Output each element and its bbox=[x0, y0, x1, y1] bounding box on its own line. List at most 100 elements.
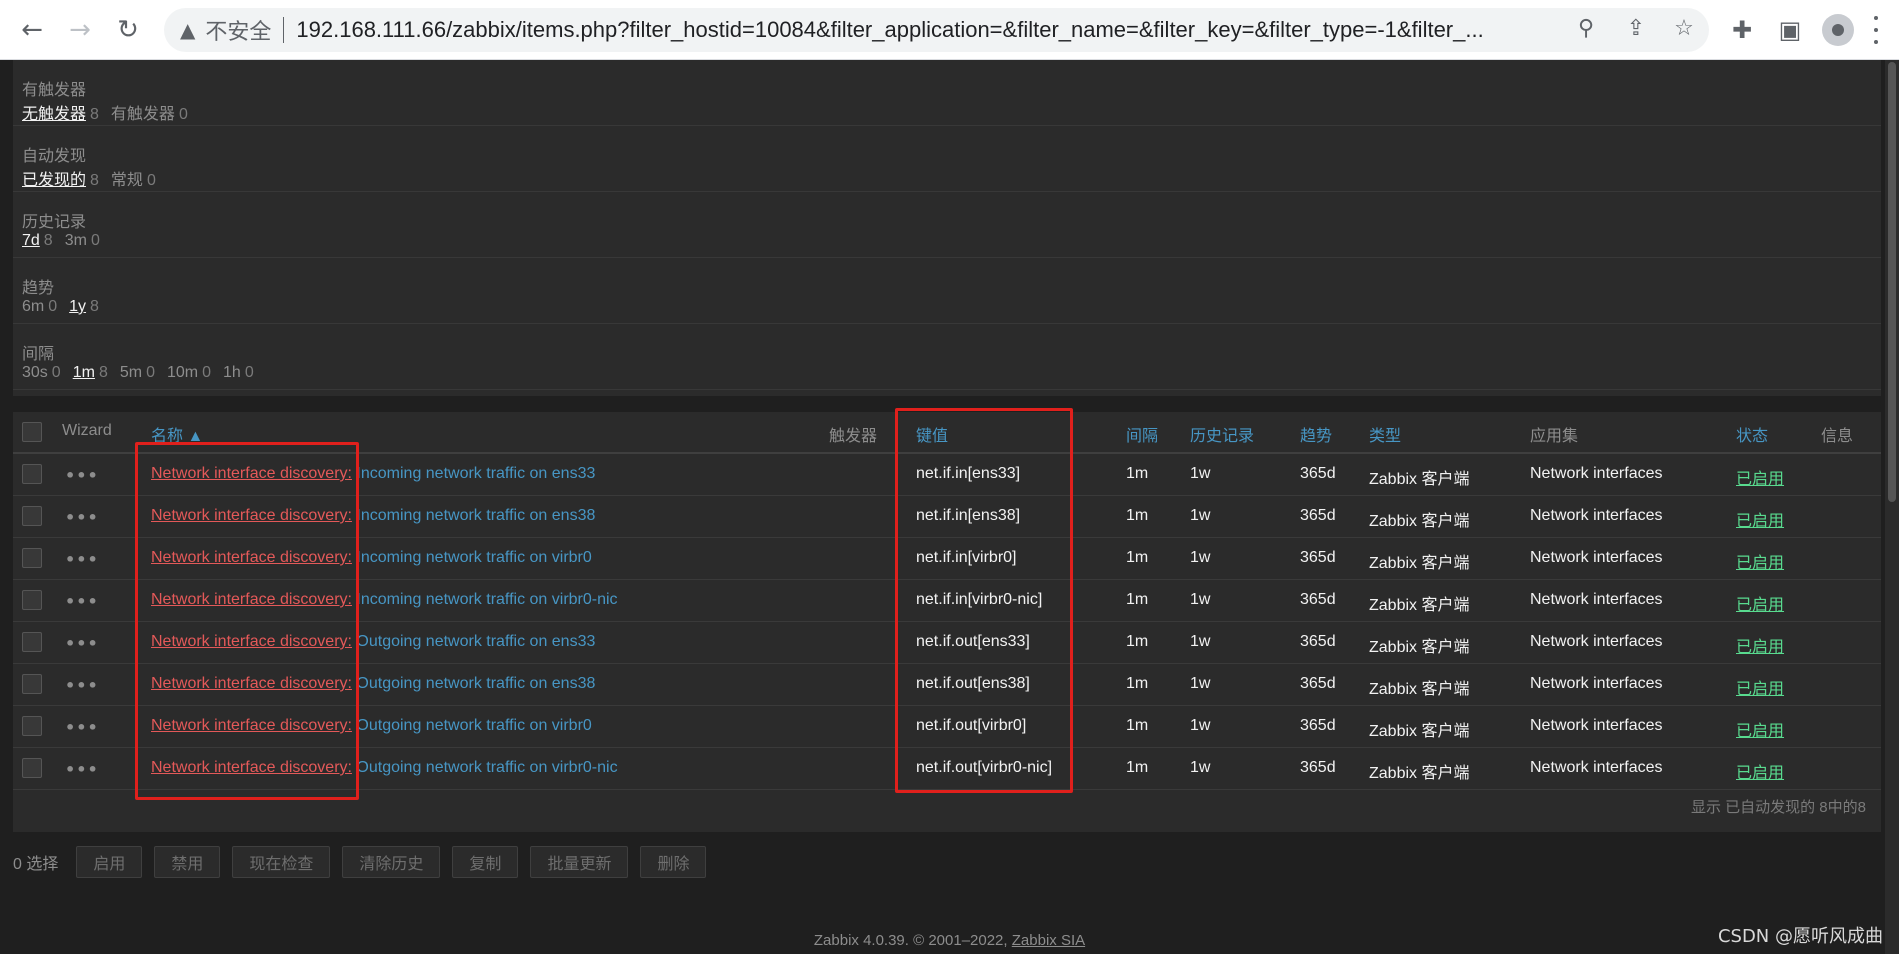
filter-option-label[interactable]: 3m bbox=[65, 232, 87, 249]
filter-option-label[interactable]: 无触发器 bbox=[22, 106, 86, 123]
item-history: 1w bbox=[1190, 465, 1211, 482]
filter-option-label[interactable]: 常规 bbox=[111, 172, 143, 189]
footer-link[interactable]: Zabbix SIA bbox=[1012, 932, 1085, 949]
row-menu-icon[interactable]: ••• bbox=[65, 508, 99, 527]
row-checkbox[interactable] bbox=[22, 464, 42, 484]
filter-option-label[interactable]: 已发现的 bbox=[22, 172, 86, 189]
header-history[interactable]: 历史记录 bbox=[1190, 422, 1254, 446]
row-checkbox[interactable] bbox=[22, 632, 42, 652]
filter-option[interactable]: 1h 0 bbox=[223, 364, 254, 382]
reload-icon[interactable]: ↻ bbox=[110, 12, 146, 48]
filter-group: 自动发现 已发现的 8 常规 0 bbox=[13, 126, 1881, 192]
footer-copyright: Zabbix 4.0.39. © 2001–2022, bbox=[813, 932, 1012, 949]
mass-action-button[interactable]: 启用 bbox=[76, 846, 143, 878]
back-icon[interactable]: ← bbox=[14, 12, 50, 48]
filter-option[interactable]: 已发现的 8 bbox=[22, 166, 99, 190]
zoom-icon[interactable]: ⚲ bbox=[1572, 14, 1600, 42]
row-menu-icon[interactable]: ••• bbox=[65, 718, 99, 737]
filter-option-label[interactable]: 6m bbox=[22, 298, 44, 315]
forward-icon[interactable]: → bbox=[62, 12, 98, 48]
filter-option-label[interactable]: 1h bbox=[223, 364, 241, 381]
filter-option[interactable]: 10m 0 bbox=[167, 364, 211, 382]
mass-action-button[interactable]: 批量更新 bbox=[530, 846, 629, 878]
header-triggers: 触发器 bbox=[829, 428, 878, 445]
row-checkbox[interactable] bbox=[22, 674, 42, 694]
item-status-toggle[interactable]: 已启用 bbox=[1736, 549, 1784, 573]
item-name-link[interactable]: Incoming network traffic on virbr0 bbox=[352, 549, 591, 566]
item-name-link[interactable]: Outgoing network traffic on virbr0-nic bbox=[352, 759, 617, 776]
profile-avatar-icon[interactable] bbox=[1822, 14, 1854, 46]
browser-menu-icon[interactable] bbox=[1872, 16, 1880, 44]
item-status-toggle[interactable]: 已启用 bbox=[1736, 633, 1784, 657]
extensions-icon[interactable]: ✚ bbox=[1726, 14, 1758, 46]
row-menu-icon[interactable]: ••• bbox=[65, 676, 99, 695]
warning-icon[interactable]: ▲ bbox=[180, 18, 195, 42]
filter-option[interactable]: 有触发器 0 bbox=[111, 100, 188, 124]
filter-option[interactable]: 3m 0 bbox=[65, 232, 100, 250]
header-status[interactable]: 状态 bbox=[1736, 422, 1768, 446]
filter-option[interactable]: 常规 0 bbox=[111, 166, 156, 190]
filter-option[interactable]: 1m 8 bbox=[73, 364, 108, 382]
url-text[interactable]: 192.168.111.66/zabbix/items.php?filter_h… bbox=[296, 17, 1626, 43]
header-interval[interactable]: 间隔 bbox=[1126, 422, 1158, 446]
item-status-toggle[interactable]: 已启用 bbox=[1736, 759, 1784, 783]
mass-action-button[interactable]: 禁用 bbox=[154, 846, 221, 878]
filter-options: 6m 0 1y 8 bbox=[22, 298, 99, 316]
side-panel-icon[interactable]: ▣ bbox=[1774, 14, 1806, 46]
filter-option[interactable]: 无触发器 8 bbox=[22, 100, 99, 124]
filter-option-label[interactable]: 10m bbox=[167, 364, 198, 381]
item-status-toggle[interactable]: 已启用 bbox=[1736, 507, 1784, 531]
row-checkbox[interactable] bbox=[22, 758, 42, 778]
item-status-toggle[interactable]: 已启用 bbox=[1736, 465, 1784, 489]
row-checkbox[interactable] bbox=[22, 506, 42, 526]
filter-option-label[interactable]: 5m bbox=[120, 364, 142, 381]
filter-group: 历史记录 7d 8 3m 0 bbox=[13, 192, 1881, 258]
item-interval: 1m bbox=[1126, 465, 1149, 482]
item-name-link[interactable]: Outgoing network traffic on virbr0 bbox=[352, 717, 591, 734]
item-name-link[interactable]: Incoming network traffic on ens33 bbox=[352, 465, 595, 482]
filter-option[interactable]: 5m 0 bbox=[120, 364, 155, 382]
filter-option-label[interactable]: 有触发器 bbox=[111, 106, 175, 123]
insecure-label[interactable]: 不安全 bbox=[205, 14, 271, 46]
scrollbar-thumb[interactable] bbox=[1888, 62, 1896, 502]
address-bar[interactable]: ▲ 不安全 192.168.111.66/zabbix/items.php?fi… bbox=[164, 8, 1709, 52]
row-menu-icon[interactable]: ••• bbox=[65, 634, 99, 653]
filter-option-label[interactable]: 7d bbox=[22, 232, 40, 249]
filter-option-label[interactable]: 1y bbox=[69, 298, 86, 315]
item-interval: 1m bbox=[1126, 633, 1149, 650]
header-type[interactable]: 类型 bbox=[1369, 422, 1401, 446]
mass-action-button[interactable]: 现在检查 bbox=[232, 846, 331, 878]
mass-action-button[interactable]: 清除历史 bbox=[342, 846, 441, 878]
filter-group: 有触发器 无触发器 8 有触发器 0 bbox=[13, 60, 1881, 126]
item-status-toggle[interactable]: 已启用 bbox=[1736, 675, 1784, 699]
highlight-box-name bbox=[135, 442, 359, 800]
row-checkbox[interactable] bbox=[22, 716, 42, 736]
filter-option[interactable]: 30s 0 bbox=[22, 364, 61, 382]
item-name-link[interactable]: Incoming network traffic on virbr0-nic bbox=[352, 591, 617, 608]
star-icon[interactable]: ☆ bbox=[1670, 14, 1698, 42]
item-status-toggle[interactable]: 已启用 bbox=[1736, 717, 1784, 741]
row-checkbox[interactable] bbox=[22, 548, 42, 568]
item-type: Zabbix 客户端 bbox=[1369, 555, 1470, 572]
filter-option-count: 0 bbox=[146, 172, 156, 189]
filter-option[interactable]: 7d 8 bbox=[22, 232, 53, 250]
filter-option[interactable]: 6m 0 bbox=[22, 298, 57, 316]
mass-action-button[interactable]: 删除 bbox=[640, 846, 707, 878]
item-name-link[interactable]: Outgoing network traffic on ens38 bbox=[352, 675, 595, 692]
select-all-checkbox[interactable] bbox=[22, 422, 42, 442]
row-menu-icon[interactable]: ••• bbox=[65, 466, 99, 485]
row-menu-icon[interactable]: ••• bbox=[65, 550, 99, 569]
filter-option[interactable]: 1y 8 bbox=[69, 298, 99, 316]
filter-option-label[interactable]: 1m bbox=[73, 364, 95, 381]
item-name-link[interactable]: Incoming network traffic on ens38 bbox=[352, 507, 595, 524]
item-status-toggle[interactable]: 已启用 bbox=[1736, 591, 1784, 615]
row-menu-icon[interactable]: ••• bbox=[65, 760, 99, 779]
row-checkbox[interactable] bbox=[22, 590, 42, 610]
filter-option-label[interactable]: 30s bbox=[22, 364, 48, 381]
mass-action-button[interactable]: 复制 bbox=[452, 846, 519, 878]
item-name-link[interactable]: Outgoing network traffic on ens33 bbox=[352, 633, 595, 650]
share-icon[interactable]: ⇪ bbox=[1622, 14, 1650, 42]
row-menu-icon[interactable]: ••• bbox=[65, 592, 99, 611]
header-trends[interactable]: 趋势 bbox=[1300, 422, 1332, 446]
item-history: 1w bbox=[1190, 717, 1211, 734]
